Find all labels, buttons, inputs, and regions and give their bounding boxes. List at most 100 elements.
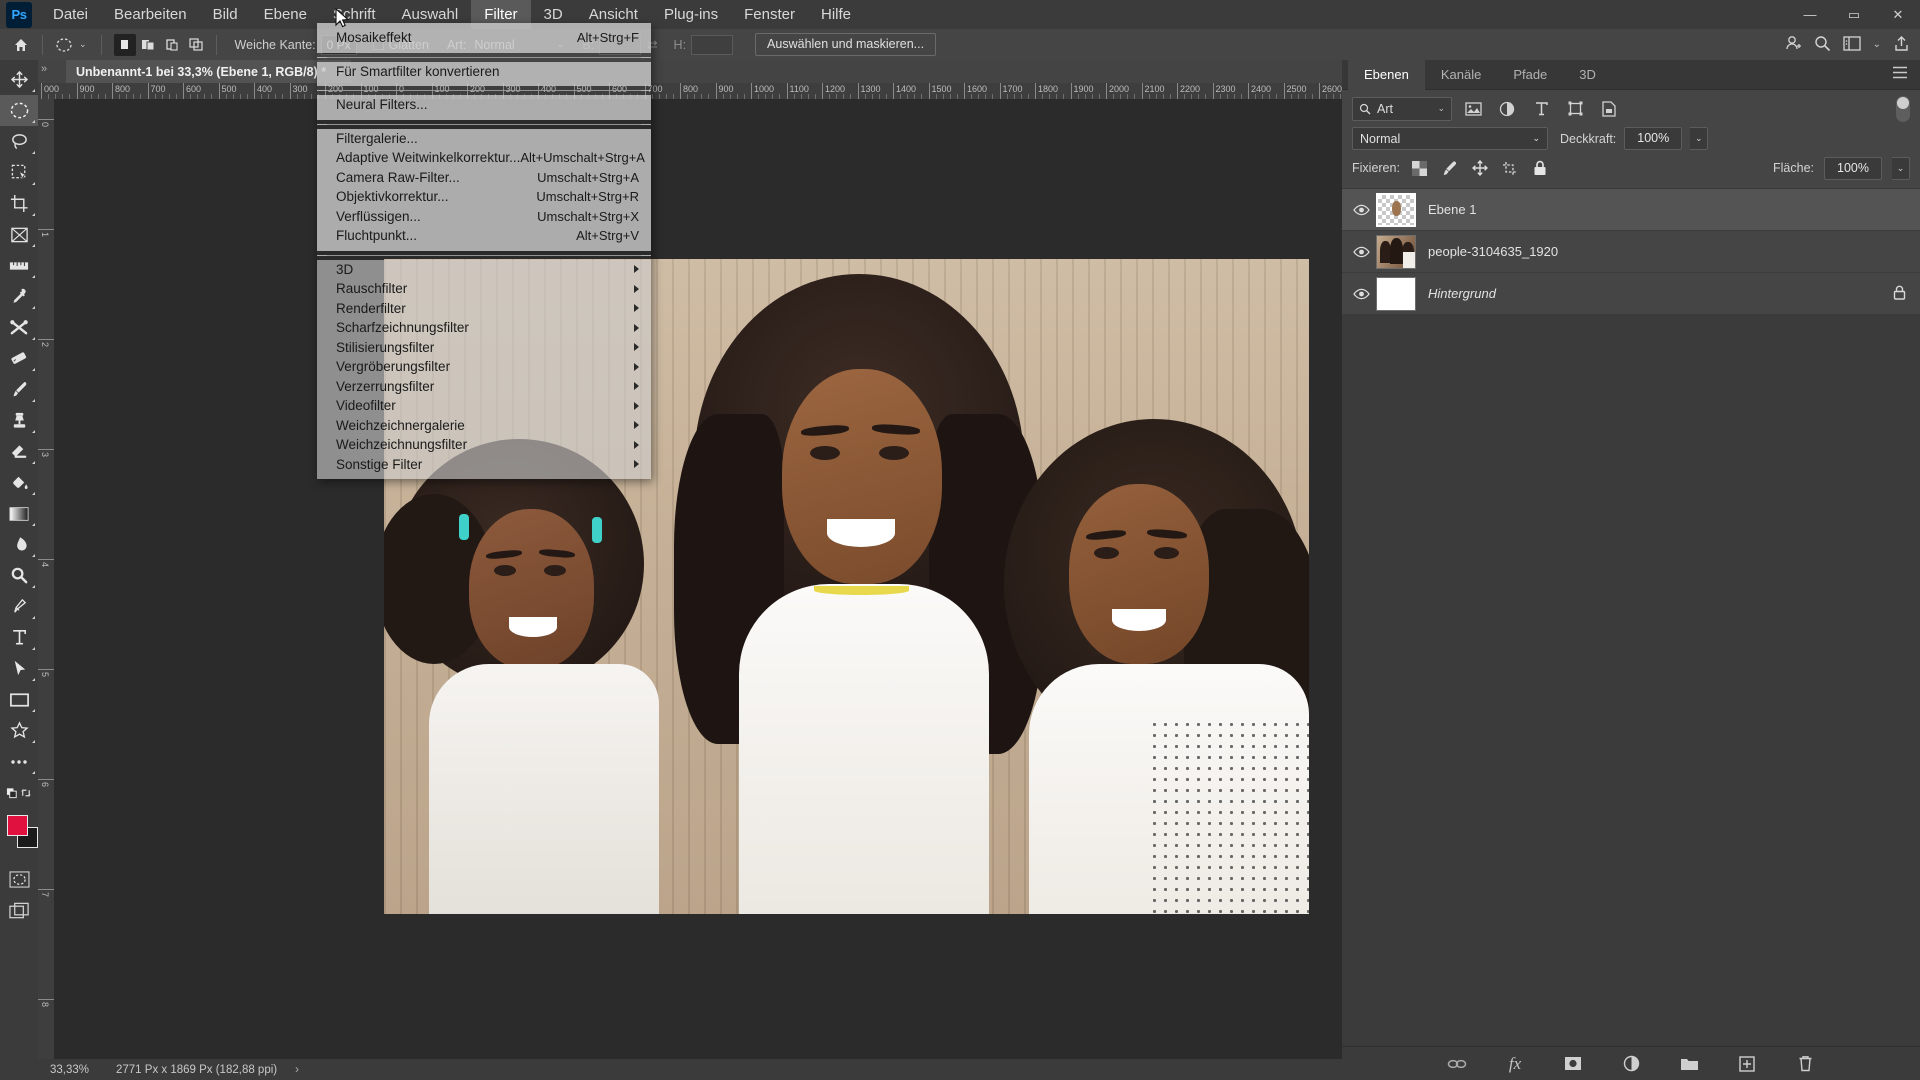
menu-item-stilisierungsfilter[interactable]: Stilisierungsfilter (317, 338, 651, 358)
panel-tab-3d[interactable]: 3D (1563, 60, 1612, 90)
layer-row[interactable]: people-3104635_1920 (1342, 231, 1920, 273)
menu-item-fluchtpunkt[interactable]: Fluchtpunkt... Alt+Strg+V (317, 226, 651, 246)
lock-transparent-pixels-icon[interactable] (1410, 158, 1430, 178)
eyedropper-tool[interactable] (0, 281, 38, 312)
chevron-down-icon[interactable]: ⌄ (1873, 39, 1881, 50)
measure-tool[interactable] (0, 250, 38, 281)
patch-tool[interactable] (0, 343, 38, 374)
minimize-button[interactable]: — (1788, 0, 1832, 29)
object-selection-tool[interactable] (0, 157, 38, 188)
paint-bucket-tool[interactable] (0, 467, 38, 498)
opacity-input[interactable]: 100% (1624, 127, 1683, 150)
menu-item-vergr-berungsfilter[interactable]: Vergröberungsfilter (317, 357, 651, 377)
menu-ebene[interactable]: Ebene (251, 0, 320, 29)
screen-mode-icon[interactable] (0, 895, 38, 926)
menu-bild[interactable]: Bild (200, 0, 251, 29)
layer-filter-toggle[interactable] (1896, 95, 1910, 122)
blend-mode-select[interactable]: Normal ⌄ (1352, 127, 1548, 150)
new-group-icon[interactable] (1678, 1053, 1700, 1075)
move-tool[interactable] (0, 64, 38, 95)
pixel-filter-icon[interactable] (1460, 97, 1486, 121)
new-selection-button[interactable] (113, 33, 136, 56)
pen-tool[interactable] (0, 591, 38, 622)
chevron-down-icon[interactable]: ⌄ (1437, 103, 1445, 114)
blur-tool[interactable] (0, 529, 38, 560)
panel-tab-pfade[interactable]: Pfade (1497, 60, 1563, 90)
menu-fenster[interactable]: Fenster (731, 0, 808, 29)
horizontal-ruler[interactable]: 000 900 800 700 600 500 400 300 200 100 0 100 200 300… (38, 83, 1342, 99)
export-icon[interactable] (1893, 35, 1910, 55)
workspace-icon[interactable] (1842, 35, 1861, 54)
preset-chevron-icon[interactable]: ⌄ (79, 39, 87, 50)
menu-item-renderfilter[interactable]: Renderfilter (317, 299, 651, 319)
adjustment-filter-icon[interactable] (1494, 97, 1520, 121)
more-tools-button[interactable] (0, 746, 38, 777)
healing-brush-tool[interactable] (0, 312, 38, 343)
lock-position-icon[interactable] (1470, 158, 1490, 178)
menu-item-adaptive-weitwinkelkorrektur[interactable]: Adaptive Weitwinkelkorrektur... Alt+Umsch… (317, 148, 651, 168)
menu-item-f-r-smartfilter-konvertieren[interactable]: Für Smartfilter konvertieren (317, 62, 651, 82)
frame-tool[interactable] (0, 219, 38, 250)
canvas-area[interactable] (54, 99, 1342, 1059)
status-expand-icon[interactable]: › (277, 1064, 299, 1076)
menu-hilfe[interactable]: Hilfe (808, 0, 864, 29)
custom-shape-tool[interactable] (0, 715, 38, 746)
menu-bearbeiten[interactable]: Bearbeiten (101, 0, 200, 29)
zoom-level[interactable]: 33,33% (38, 1064, 108, 1076)
layer-thumbnail[interactable] (1376, 276, 1416, 311)
elliptical-marquee-tool[interactable] (0, 95, 38, 126)
link-layers-icon[interactable] (1446, 1053, 1468, 1075)
new-layer-icon[interactable] (1736, 1053, 1758, 1075)
adjustment-layer-icon[interactable] (1620, 1053, 1642, 1075)
panel-tab-kanäle[interactable]: Kanäle (1425, 60, 1497, 90)
crop-tool[interactable] (0, 188, 38, 219)
brush-tool[interactable] (0, 374, 38, 405)
clone-stamp-tool[interactable] (0, 405, 38, 436)
quick-mask-icon[interactable] (0, 864, 38, 895)
maximize-button[interactable]: ▭ (1832, 0, 1876, 29)
shape-filter-icon[interactable] (1562, 97, 1588, 121)
menu-item-mosaikeffekt[interactable]: Mosaikeffekt Alt+Strg+F (317, 28, 651, 48)
vertical-ruler[interactable]: 0 1 2 3 4 5 6 7 8 (38, 99, 54, 1059)
layer-filter-type-select[interactable]: Art ⌄ (1352, 96, 1452, 121)
foreground-color-swatch[interactable] (7, 815, 28, 836)
share-user-icon[interactable] (1784, 34, 1802, 55)
layer-row[interactable]: Hintergrund (1342, 273, 1920, 315)
fill-chevron-icon[interactable]: ⌄ (1892, 156, 1910, 180)
panel-expand-arrows-icon[interactable]: » (41, 63, 47, 75)
lasso-tool[interactable] (0, 126, 38, 157)
smart-object-filter-icon[interactable] (1596, 97, 1622, 121)
dodge-tool[interactable] (0, 560, 38, 591)
menu-item-videofilter[interactable]: Videofilter (317, 396, 651, 416)
elliptical-marquee-preset-icon[interactable] (51, 33, 77, 57)
select-and-mask-button[interactable]: Auswählen und maskieren... (755, 33, 937, 56)
opacity-chevron-icon[interactable]: ⌄ (1690, 127, 1709, 150)
menu-datei[interactable]: Datei (40, 0, 101, 29)
menu-item-weichzeichnungsfilter[interactable]: Weichzeichnungsfilter (317, 435, 651, 455)
menu-plug-ins[interactable]: Plug-ins (651, 0, 731, 29)
lock-all-icon[interactable] (1530, 158, 1550, 178)
lock-artboard-icon[interactable] (1500, 158, 1520, 178)
menu-item-neural-filters[interactable]: Neural Filters... (317, 95, 651, 115)
menu-item-scharfzeichnungsfilter[interactable]: Scharfzeichnungsfilter (317, 318, 651, 338)
height-input[interactable] (691, 34, 734, 55)
menu-item-3d[interactable]: 3D (317, 260, 651, 280)
menu-item-weichzeichnergalerie[interactable]: Weichzeichnergalerie (317, 416, 651, 436)
lock-image-pixels-icon[interactable] (1440, 158, 1460, 178)
delete-layer-icon[interactable] (1794, 1053, 1816, 1075)
filter-menu-dropdown[interactable]: Mosaikeffekt Alt+Strg+F Für Smartfilter ko… (317, 23, 651, 479)
chevron-down-icon[interactable]: ⌄ (1532, 133, 1540, 144)
layer-row[interactable]: Ebene 1 (1342, 189, 1920, 231)
menu-item-sonstige-filter[interactable]: Sonstige Filter (317, 455, 651, 475)
menu-item-verzerrungsfilter[interactable]: Verzerrungsfilter (317, 377, 651, 397)
subtract-from-selection-button[interactable] (162, 34, 184, 56)
menu-item-verfl-ssigen[interactable]: Verflüssigen... Umschalt+Strg+X (317, 207, 651, 227)
eraser-tool[interactable] (0, 436, 38, 467)
default-colors-swap[interactable] (0, 777, 38, 808)
menu-item-rauschfilter[interactable]: Rauschfilter (317, 279, 651, 299)
add-to-selection-button[interactable] (138, 34, 160, 56)
color-swatches[interactable] (0, 812, 38, 856)
eye-icon[interactable] (1346, 204, 1376, 216)
home-icon[interactable] (8, 33, 34, 57)
menu-item-camera-raw-filter[interactable]: Camera Raw-Filter... Umschalt+Strg+A (317, 168, 651, 188)
